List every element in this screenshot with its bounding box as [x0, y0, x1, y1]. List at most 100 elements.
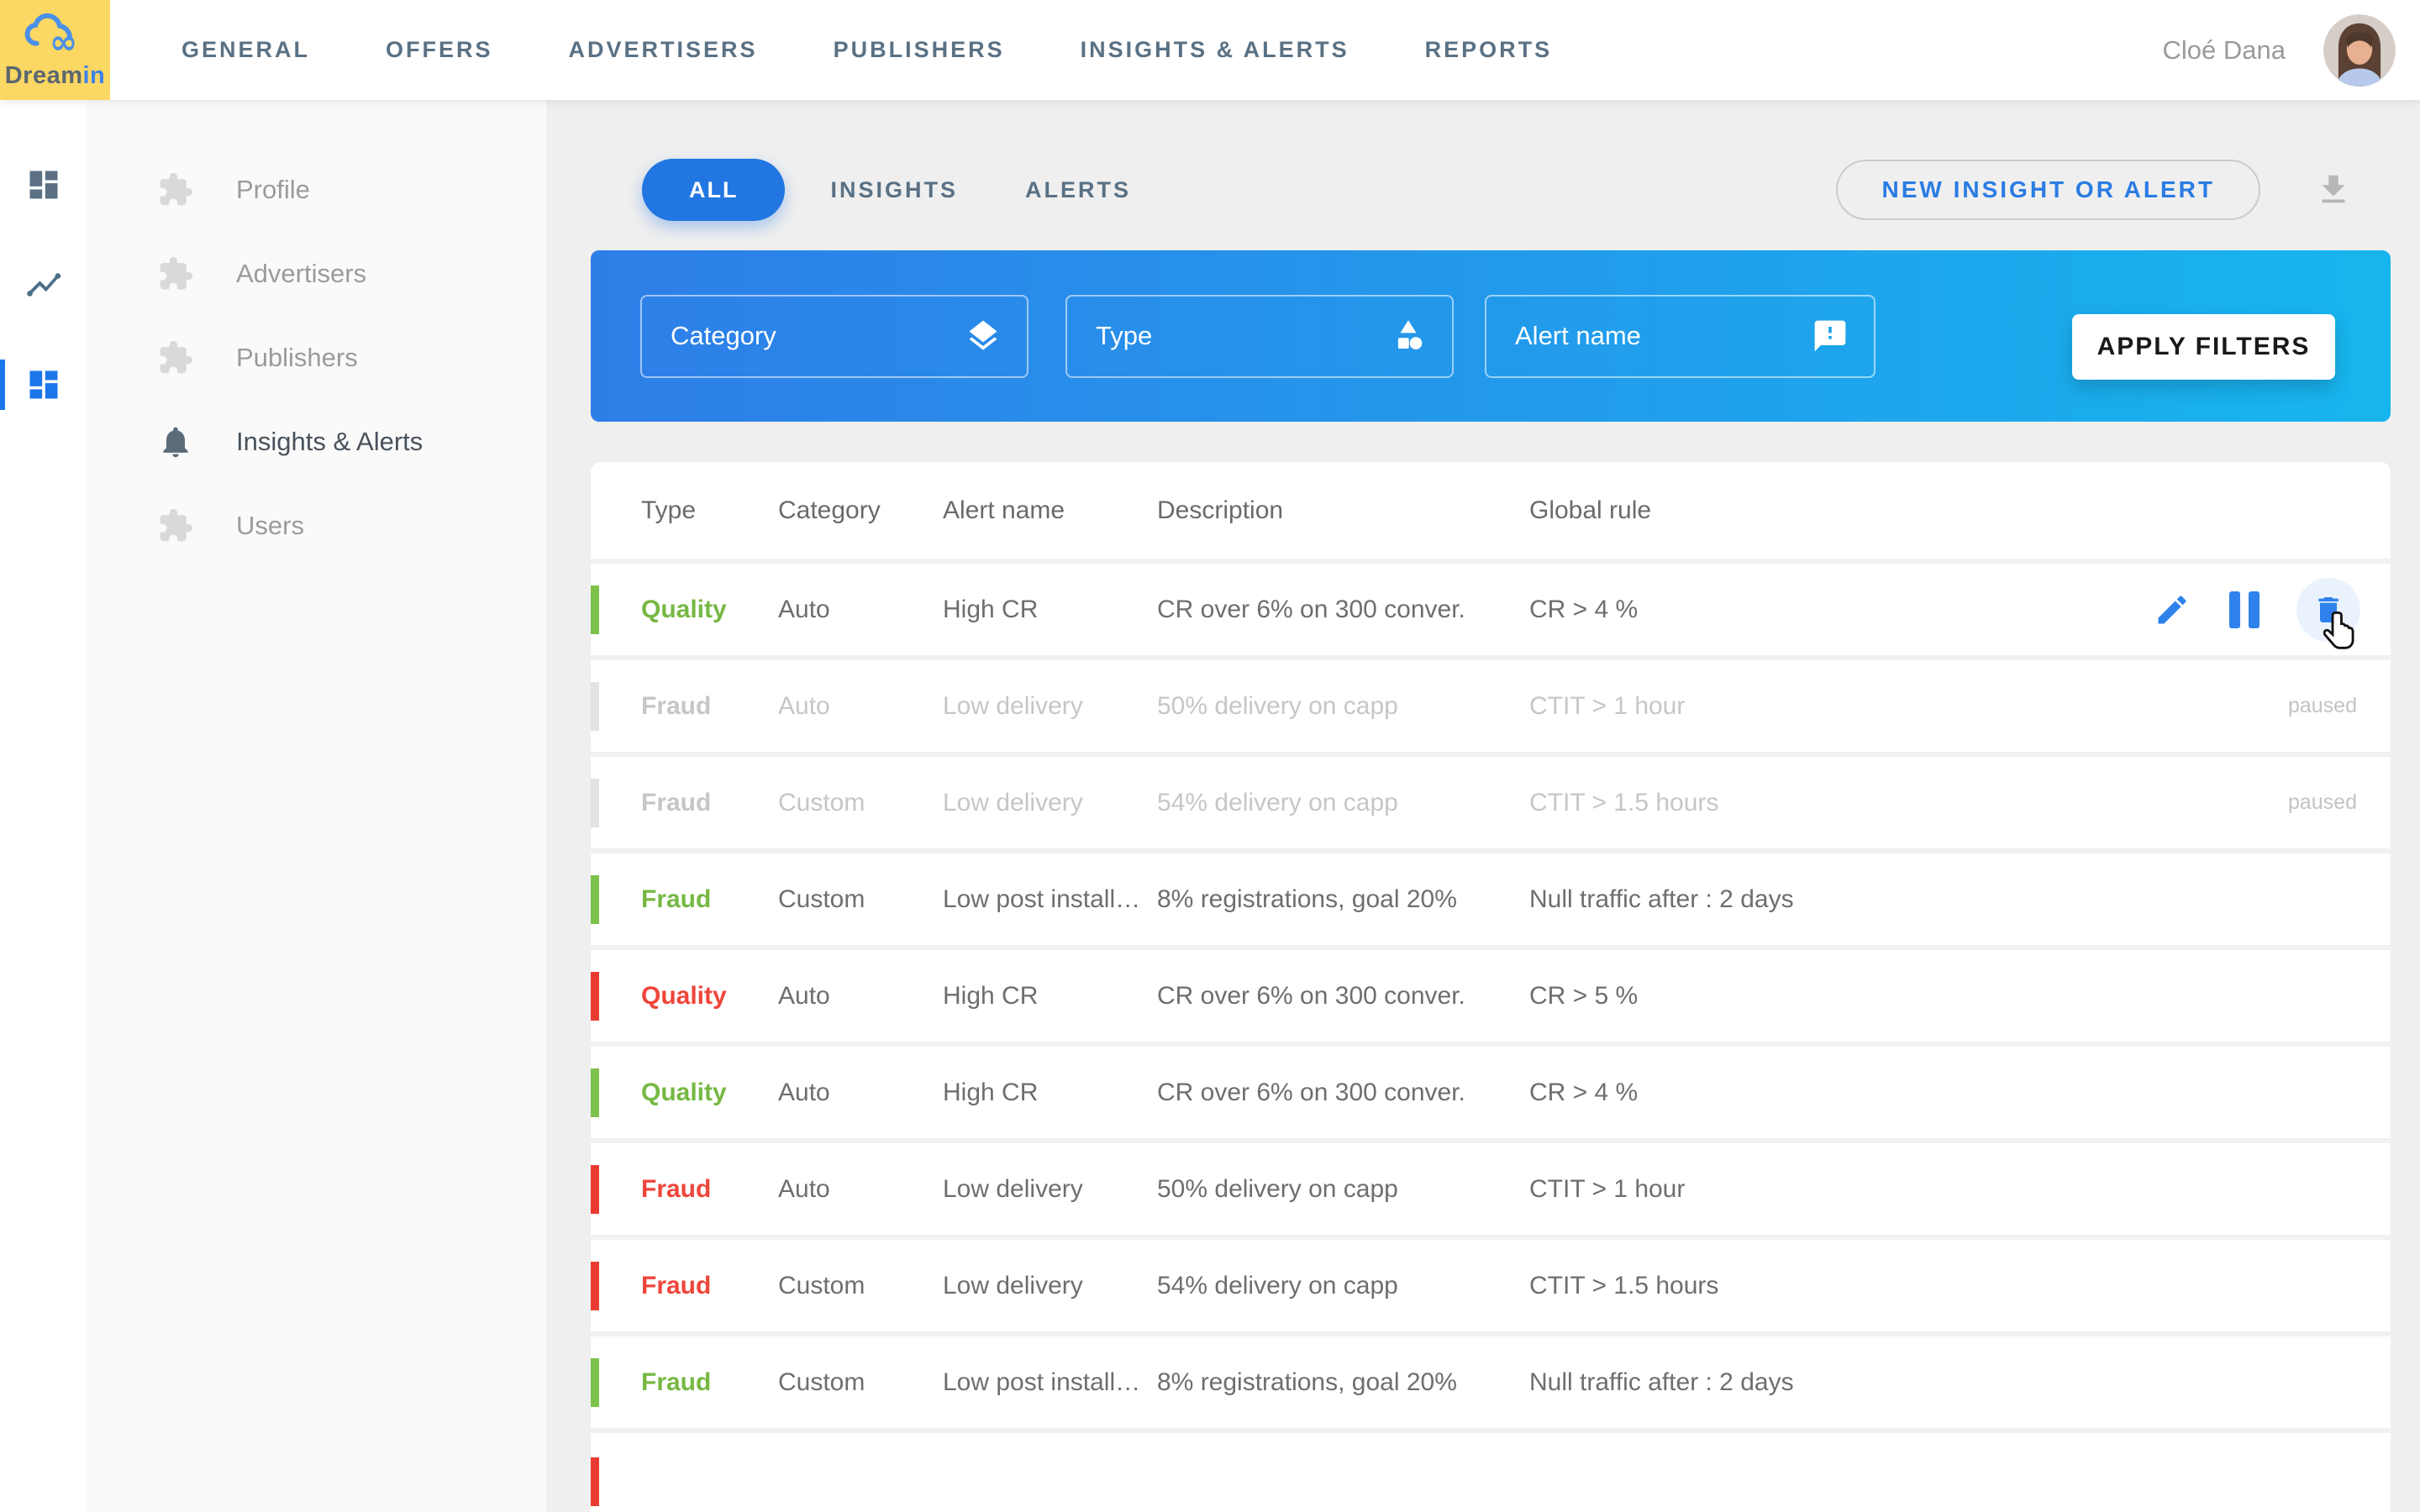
cell-description: CR over 6% on 300 conver.	[1157, 1078, 1465, 1106]
sidebar-item-label: Users	[236, 511, 304, 540]
new-insight-or-alert-button[interactable]: NEW INSIGHT OR ALERT	[1836, 160, 2260, 220]
cell-alert-name: Low post install…	[943, 1368, 1141, 1396]
puzzle-icon	[157, 171, 194, 208]
row-accent-bar	[591, 1457, 599, 1506]
shapes-icon	[1390, 318, 1427, 354]
cell-type: Fraud	[641, 1174, 712, 1203]
cloud-infinity-logo-icon: ∞	[24, 11, 87, 61]
nav-item-insights-alerts[interactable]: INSIGHTS & ALERTS	[1081, 37, 1349, 63]
cell-global-rule: CTIT > 1 hour	[1529, 1174, 1686, 1203]
row-accent-bar	[591, 874, 599, 924]
table-header-row: Type Category Alert name Description Global …	[591, 462, 2391, 564]
bell-icon	[157, 423, 194, 460]
cell-description: 54% delivery on capp	[1157, 1271, 1398, 1299]
paused-status-label: paused	[2287, 694, 2357, 717]
cell-category: Custom	[778, 1368, 865, 1396]
trend-line-icon[interactable]	[25, 266, 62, 303]
filter-bar: Category Type Alert name APPLY FILTERS	[591, 250, 2391, 422]
pause-icon[interactable]	[2224, 590, 2265, 630]
icon-rail	[0, 100, 87, 1512]
cell-type: Quality	[641, 981, 727, 1010]
nav-item-publishers[interactable]: PUBLISHERS	[834, 37, 1005, 63]
cell-description: 50% delivery on capp	[1157, 691, 1398, 720]
cell-description: 54% delivery on capp	[1157, 788, 1398, 816]
apps-grid-icon[interactable]	[25, 366, 62, 403]
sidebar-item-label: Insights & Alerts	[236, 427, 424, 456]
sidebar-item-insights-alerts[interactable]: Insights & Alerts	[87, 400, 546, 484]
tab-alerts[interactable]: ALERTS	[1003, 177, 1153, 203]
column-header-alert-name: Alert name	[943, 496, 1065, 524]
table-row: Fraud Custom Low delivery 54% delivery on c…	[591, 757, 2391, 853]
sidebar-item-label: Profile	[236, 175, 310, 204]
row-accent-bar	[591, 681, 599, 731]
table-body: Quality Auto High CR CR over 6% on 300 conv…	[591, 564, 2391, 1512]
row-accent-bar	[591, 1261, 599, 1310]
apply-filters-button[interactable]: APPLY FILTERS	[2072, 314, 2335, 380]
cell-type: Fraud	[641, 1368, 712, 1396]
table-row: Quality Auto High CR CR over 6% on 300 conv…	[591, 564, 2391, 660]
brand-logo[interactable]: ∞ Dreamin	[0, 0, 110, 100]
column-header-global-rule: Global rule	[1529, 496, 1652, 524]
row-accent-bar	[591, 778, 599, 827]
table-row: Fraud Auto Low delivery 50% delivery on cap…	[591, 660, 2391, 757]
cell-type: Quality	[641, 595, 727, 623]
column-header-description: Description	[1157, 496, 1284, 524]
dashboard-grid-icon[interactable]	[25, 166, 62, 203]
sidebar-item-profile[interactable]: Profile	[87, 148, 546, 232]
cell-global-rule: CR > 4 %	[1529, 1078, 1639, 1106]
nav-item-offers[interactable]: OFFERS	[386, 37, 493, 63]
sidebar-item-advertisers[interactable]: Advertisers	[87, 232, 546, 316]
cell-global-rule: CTIT > 1.5 hours	[1529, 788, 1719, 816]
nav-item-general[interactable]: GENERAL	[182, 37, 310, 63]
sidebar-item-label: Advertisers	[236, 259, 367, 288]
top-bar: ∞ Dreamin GENERAL OFFERS ADVERTISERS PUBLIS…	[0, 0, 2420, 100]
table-row: Quality Auto High CR CR over 6% on 300 conv…	[591, 950, 2391, 1047]
download-icon[interactable]	[2314, 171, 2353, 209]
cell-category: Auto	[778, 595, 830, 623]
cell-type: Fraud	[641, 1271, 712, 1299]
avatar[interactable]	[2323, 13, 2396, 87]
cell-alert-name: Low delivery	[943, 788, 1083, 816]
delete-icon[interactable]	[2296, 577, 2360, 649]
cell-type: Fraud	[641, 788, 712, 816]
cell-global-rule: CTIT > 1.5 hours	[1529, 1271, 1719, 1299]
column-header-type: Type	[641, 496, 697, 524]
user-name: Cloé Dana	[2162, 34, 2286, 65]
tab-all[interactable]: ALL	[642, 159, 786, 221]
nav-item-advertisers[interactable]: ADVERTISERS	[569, 37, 758, 63]
table-row: Fraud Custom Low post install… 8% registrat…	[591, 1336, 2391, 1433]
cell-category: Auto	[778, 1078, 830, 1106]
category-filter-select[interactable]: Category	[640, 294, 1028, 378]
nav-item-reports[interactable]: REPORTS	[1425, 37, 1553, 63]
layers-icon	[965, 318, 1002, 354]
paused-status-label: paused	[2287, 790, 2357, 814]
tab-insights[interactable]: INSIGHTS	[808, 177, 980, 203]
type-filter-label: Type	[1096, 321, 1153, 350]
alert-name-filter-select[interactable]: Alert name	[1485, 294, 1876, 378]
sidebar: Profile Advertisers Publishers Insights & A…	[87, 100, 546, 1512]
row-accent-bar	[591, 585, 599, 634]
cell-global-rule: CR > 4 %	[1529, 595, 1639, 623]
type-filter-select[interactable]: Type	[1065, 294, 1454, 378]
cell-global-rule: Null traffic after : 2 days	[1529, 885, 1794, 913]
table-row: Quality Auto High CR CR over 6% on 300 conv…	[591, 1047, 2391, 1143]
main-content: ALL INSIGHTS ALERTS NEW INSIGHT OR ALERT C…	[546, 100, 2420, 1512]
row-accent-bar	[591, 1164, 599, 1214]
row-actions	[2152, 577, 2360, 649]
cell-alert-name: Low delivery	[943, 691, 1083, 720]
cell-description: 8% registrations, goal 20%	[1157, 1368, 1457, 1396]
table-row: Fraud Auto Low delivery 50% delivery on cap…	[591, 1143, 2391, 1240]
tabs-row: ALL INSIGHTS ALERTS NEW INSIGHT OR ALERT	[591, 158, 2391, 222]
puzzle-icon	[157, 339, 194, 376]
puzzle-icon	[157, 507, 194, 544]
svg-text:∞: ∞	[49, 23, 76, 56]
app-root: ∞ Dreamin GENERAL OFFERS ADVERTISERS PUBLIS…	[0, 0, 2420, 1512]
sidebar-item-publishers[interactable]: Publishers	[87, 316, 546, 400]
user-area: Cloé Dana	[2162, 13, 2396, 87]
edit-icon[interactable]	[2152, 590, 2192, 630]
cell-alert-name: High CR	[943, 981, 1039, 1010]
cell-alert-name: Low post install…	[943, 885, 1141, 913]
cell-global-rule: CTIT > 1 hour	[1529, 691, 1686, 720]
sidebar-item-users[interactable]: Users	[87, 484, 546, 568]
cell-description: 8% registrations, goal 20%	[1157, 885, 1457, 913]
